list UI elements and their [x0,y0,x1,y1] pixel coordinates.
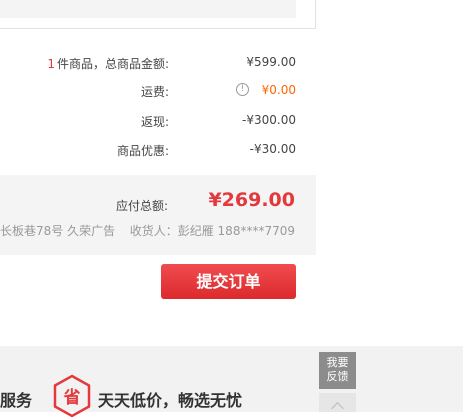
subtotal-label: 1 件商品，总商品金额: [47,55,169,72]
info-circle-icon[interactable]: ! [236,83,249,96]
shipping-value: ¥0.00 [261,83,296,97]
discount-label: 商品优惠: [116,144,169,158]
slogan-text: 天天低价，畅选无忧 [98,391,243,410]
top-panel [0,0,296,18]
shipping-address: 长板巷78号 久荣广告 [0,224,116,238]
footer-service-bar: 服务 省 天天低价，畅选无忧 [0,346,463,418]
feedback-button[interactable]: 我要 反馈 [319,352,356,389]
feedback-line-1: 我要 [326,356,349,369]
total-amount: ¥269.00 [208,189,295,211]
service-text: 服务 [0,391,33,410]
shipping-label: 运费: [140,85,169,99]
subtotal-value: ¥599.00 [246,55,296,69]
discount-row: 商品优惠: -¥30.00 [0,139,296,159]
shipping-row: 运费: ! ¥0.00 [0,80,296,100]
chevron-up-icon [331,402,344,415]
panel-divider-horizontal [0,28,316,29]
subtotal-row: 1 件商品，总商品金额: ¥599.00 [0,52,296,72]
cashback-label: 返现: [140,115,169,129]
save-hexagon-icon: 省 [53,374,91,418]
item-count-suffix: 件商品，总商品金额: [56,57,169,71]
save-icon-char: 省 [63,387,81,408]
item-count: 1 [47,57,55,71]
cashback-row: 返现: -¥300.00 [0,110,296,130]
discount-value: -¥30.00 [249,142,296,156]
total-box: 应付总额: ¥269.00 长板巷78号 久荣广告 收货人：彭纪雁 188***… [0,175,316,255]
total-label: 应付总额: [115,199,168,213]
feedback-line-2: 反馈 [326,370,349,383]
panel-divider-vertical [315,0,316,28]
back-to-top-button[interactable] [319,393,356,415]
receiver-info: 收货人：彭纪雁 188****7709 [129,224,295,238]
submit-order-button[interactable]: 提交订单 [161,264,296,299]
cashback-value: -¥300.00 [242,113,296,127]
